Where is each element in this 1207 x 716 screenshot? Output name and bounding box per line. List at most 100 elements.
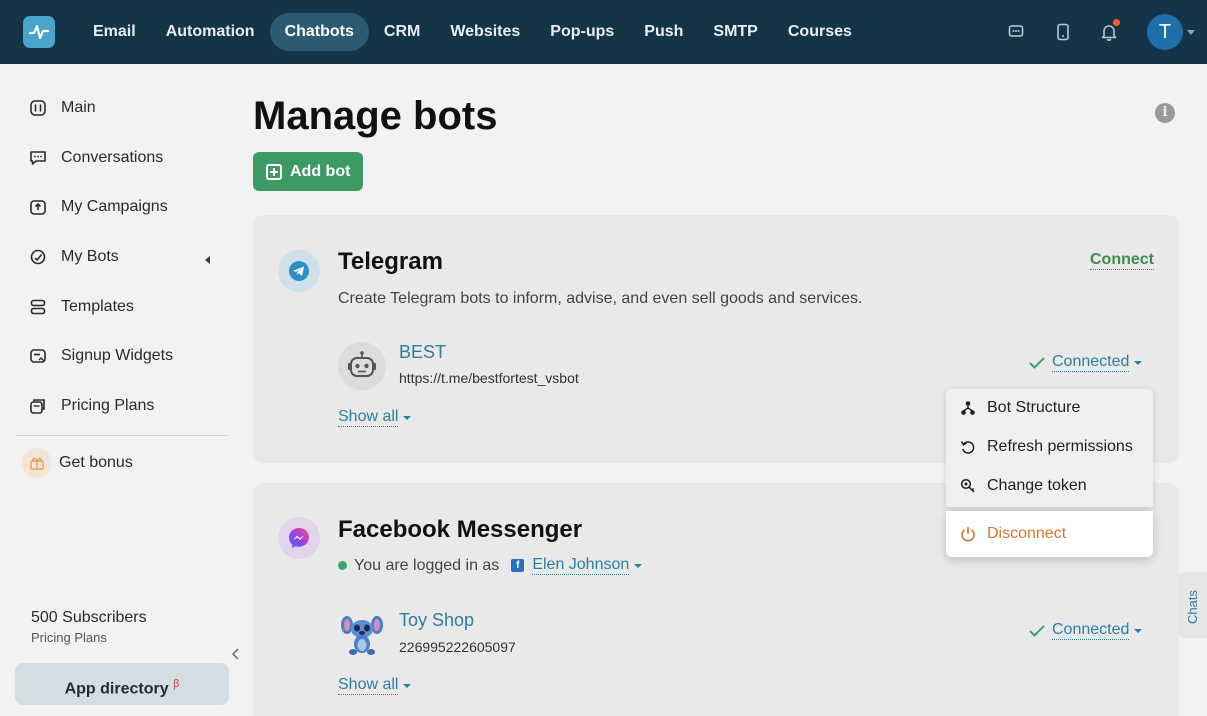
page-title: Manage bots — [253, 94, 498, 138]
sidebar-item-main[interactable]: Main — [29, 95, 96, 121]
collapse-sidebar-icon[interactable] — [231, 647, 241, 660]
menu-item-label: Refresh permissions — [987, 438, 1133, 455]
status-label: Connected — [1052, 621, 1130, 640]
sidebar-item-label: Get bonus — [59, 454, 133, 471]
sidebar: Main Conversations My Campaigns My Bots … — [0, 64, 240, 716]
chats-tab-label: Chats — [1185, 590, 1200, 624]
mobile-icon[interactable] — [1054, 22, 1072, 42]
status-label: Connected — [1052, 353, 1130, 372]
chevron-down-icon — [1134, 628, 1143, 633]
bell-icon[interactable] — [1100, 19, 1120, 42]
telegram-title: Telegram — [338, 248, 443, 275]
facebook-icon: f — [511, 559, 525, 572]
sidebar-item-templates[interactable]: Templates — [29, 294, 134, 320]
nav-email[interactable]: Email — [78, 13, 151, 51]
show-all-label: Show all — [338, 408, 399, 427]
sidebar-item-label: Pricing Plans — [61, 397, 155, 414]
sidebar-item-label: Signup Widgets — [61, 347, 174, 364]
nav-crm[interactable]: CRM — [369, 13, 435, 51]
nav-chatbots[interactable]: Chatbots — [269, 13, 369, 51]
app-directory-label: App directory — [64, 680, 169, 698]
add-bot-label: Add bot — [290, 162, 351, 180]
robot-avatar-icon — [338, 342, 386, 390]
chevron-down-icon — [403, 415, 412, 420]
main-nav: Email Automation Chatbots CRM Websites P… — [78, 13, 867, 51]
sidebar-item-conversations[interactable]: Conversations — [29, 145, 163, 171]
check-icon — [1029, 624, 1045, 637]
menu-item-change-token[interactable]: Change token — [960, 475, 1087, 497]
add-bot-button[interactable]: Add bot — [253, 152, 363, 191]
telegram-icon — [278, 250, 320, 292]
pricing-icon — [29, 397, 47, 415]
telegram-connect-link[interactable]: Connect — [1090, 251, 1154, 270]
telegram-bot-name[interactable]: BEST — [399, 342, 446, 363]
app-logo-icon[interactable] — [23, 16, 55, 48]
sidebar-item-label: Main — [61, 99, 96, 116]
show-all-label: Show all — [338, 676, 399, 695]
telegram-description: Create Telegram bots to inform, advise, … — [338, 290, 863, 307]
sidebar-item-signup-widgets[interactable]: Signup Widgets — [29, 343, 173, 369]
facebook-bot-id: 226995222605097 — [399, 639, 516, 655]
nav-websites[interactable]: Websites — [435, 13, 535, 51]
campaign-icon — [29, 198, 47, 216]
telegram-show-all[interactable]: Show all — [338, 408, 412, 427]
toy-shop-avatar — [338, 610, 386, 658]
messages-icon[interactable] — [1007, 22, 1025, 42]
chats-side-tab[interactable]: Chats — [1178, 572, 1207, 638]
notification-dot — [1113, 19, 1120, 26]
collapse-arrow-icon[interactable] — [205, 256, 210, 264]
subscribers-plan-link[interactable]: Pricing Plans — [31, 630, 107, 645]
sidebar-item-pricing-plans[interactable]: Pricing Plans — [29, 393, 154, 419]
bots-icon — [29, 248, 47, 266]
bot-actions-menu: Bot Structure Refresh permissions Change… — [946, 389, 1153, 507]
facebook-status-dropdown[interactable]: Connected — [1028, 621, 1143, 640]
chat-icon — [29, 149, 47, 167]
structure-icon — [960, 400, 976, 416]
menu-item-label: Bot Structure — [987, 399, 1081, 416]
gift-icon — [22, 448, 52, 478]
sidebar-item-my-bots[interactable]: My Bots — [29, 244, 119, 270]
menu-item-refresh-permissions[interactable]: Refresh permissions — [960, 436, 1133, 458]
subscribers-count[interactable]: 500 Subscribers — [31, 609, 147, 627]
facebook-bot-name[interactable]: Toy Shop — [399, 610, 474, 631]
plus-square-icon — [266, 163, 282, 180]
app-directory-button[interactable]: App directory β — [15, 663, 229, 705]
online-status-dot — [338, 561, 347, 570]
power-icon — [960, 526, 976, 542]
nav-courses[interactable]: Courses — [773, 13, 867, 51]
facebook-show-all[interactable]: Show all — [338, 676, 412, 695]
facebook-user-dropdown[interactable]: Elen Johnson — [532, 556, 630, 575]
top-navbar: Email Automation Chatbots CRM Websites P… — [0, 0, 1207, 64]
templates-icon — [29, 298, 47, 316]
nav-popups[interactable]: Pop-ups — [535, 13, 629, 51]
nav-smtp[interactable]: SMTP — [698, 13, 772, 51]
chevron-down-icon[interactable] — [1187, 30, 1195, 35]
sidebar-item-label: My Campaigns — [61, 198, 168, 215]
widget-icon — [29, 347, 47, 365]
info-icon[interactable]: i — [1155, 103, 1175, 123]
telegram-bot-url: https://t.me/bestfortest_vsbot — [399, 370, 579, 386]
chevron-down-icon — [1134, 360, 1143, 365]
facebook-title: Facebook Messenger — [338, 516, 583, 543]
logged-in-text: You are logged in as — [354, 556, 500, 574]
nav-automation[interactable]: Automation — [151, 13, 270, 51]
dashboard-icon — [29, 99, 47, 117]
nav-push[interactable]: Push — [629, 13, 698, 51]
disconnect-label: Disconnect — [987, 525, 1067, 542]
telegram-status-dropdown[interactable]: Connected — [1028, 353, 1143, 372]
sidebar-item-get-bonus[interactable]: Get bonus — [22, 448, 133, 478]
menu-item-disconnect[interactable]: Disconnect — [946, 511, 1153, 557]
menu-item-bot-structure[interactable]: Bot Structure — [960, 397, 1080, 419]
chevron-down-icon[interactable] — [634, 563, 643, 568]
chevron-down-icon — [403, 683, 412, 688]
facebook-login-status: You are logged in as f Elen Johnson — [338, 556, 643, 575]
user-avatar[interactable]: T — [1147, 14, 1183, 50]
sidebar-item-label: Conversations — [61, 149, 164, 166]
menu-item-label: Change token — [987, 477, 1087, 494]
beta-badge: β — [173, 678, 180, 690]
sidebar-divider — [16, 435, 228, 436]
sidebar-item-campaigns[interactable]: My Campaigns — [29, 194, 168, 220]
key-icon — [960, 478, 976, 494]
sidebar-item-label: My Bots — [61, 248, 119, 265]
refresh-icon — [960, 439, 976, 455]
